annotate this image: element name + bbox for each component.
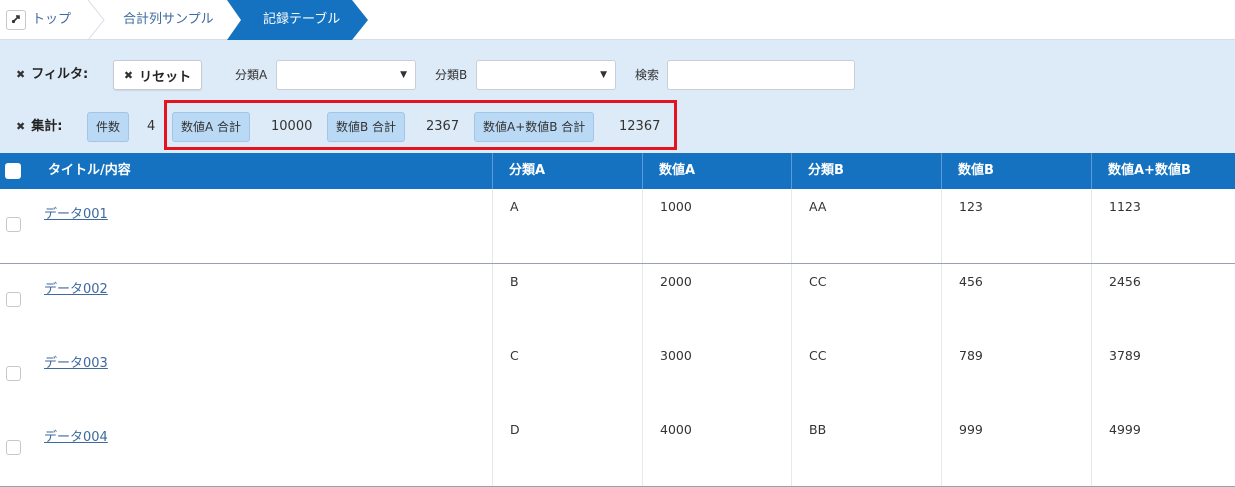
- category-b-cell: AA: [791, 189, 941, 263]
- breadcrumb-separator: [88, 0, 105, 40]
- filter-panel: ✖ フィルタ: ✖ リセット 分類A ▼ 分類B ▼ 検索 ✖ 集計: 件数 4 数値…: [0, 40, 1235, 153]
- value-a-cell: 3000: [642, 338, 791, 412]
- row-title-link[interactable]: データ002: [44, 282, 108, 297]
- table-row: データ003 C 3000 CC 789 3789: [0, 338, 1235, 413]
- category-b-cell: CC: [791, 338, 941, 412]
- value-b-cell: 999: [941, 412, 1091, 486]
- table-row: データ002 B 2000 CC 456 2456: [0, 264, 1235, 339]
- category-a-cell: B: [492, 264, 642, 338]
- row-title-link[interactable]: データ001: [44, 207, 108, 222]
- title-cell: データ002: [0, 264, 492, 338]
- search-label: 検索: [635, 68, 660, 82]
- category-a-cell: D: [492, 412, 642, 486]
- column-sum[interactable]: 数値A+数値B: [1091, 153, 1235, 189]
- category-b-label: 分類B: [435, 68, 468, 82]
- column-title[interactable]: タイトル/内容: [32, 153, 492, 189]
- value-b-cell: 456: [941, 264, 1091, 338]
- caret-down-icon: ▼: [400, 70, 407, 80]
- value-b-cell: 123: [941, 189, 1091, 263]
- breadcrumb-home[interactable]: トップ: [0, 0, 96, 40]
- value-b-cell: 789: [941, 338, 1091, 412]
- column-value-a[interactable]: 数値A: [642, 153, 791, 189]
- filter-toggle[interactable]: ✖ フィルタ:: [16, 60, 88, 90]
- breadcrumb-sample[interactable]: 合計列サンプル: [123, 0, 214, 40]
- close-icon: ✖: [16, 120, 26, 133]
- highlight-box: [164, 100, 677, 150]
- reset-button-label: リセット: [139, 69, 192, 85]
- sum-cell: 2456: [1091, 264, 1235, 338]
- count-tag: 件数: [87, 112, 130, 142]
- category-a-label: 分類A: [235, 68, 268, 82]
- sum-cell: 3789: [1091, 338, 1235, 412]
- breadcrumb-current: 記録テーブル: [263, 12, 341, 27]
- category-b-cell: BB: [791, 412, 941, 486]
- breadcrumb-home-label: トップ: [32, 12, 72, 27]
- title-cell: データ003: [0, 338, 492, 412]
- category-a-select[interactable]: ▼: [276, 60, 416, 90]
- count-value: 4: [147, 119, 156, 134]
- aggregate-label: 集計:: [31, 119, 63, 134]
- value-a-cell: 2000: [642, 264, 791, 338]
- value-a-cell: 1000: [642, 189, 791, 263]
- title-cell: データ004: [0, 412, 492, 486]
- table-row: データ001 A 1000 AA 123 1123: [0, 189, 1235, 264]
- filter-label: フィルタ:: [31, 67, 89, 82]
- category-b-select[interactable]: ▼: [476, 60, 616, 90]
- column-category-b[interactable]: 分類B: [791, 153, 941, 189]
- select-all-checkbox[interactable]: [5, 163, 21, 179]
- column-value-b[interactable]: 数値B: [941, 153, 1091, 189]
- sum-cell: 1123: [1091, 189, 1235, 263]
- column-category-a[interactable]: 分類A: [492, 153, 642, 189]
- breadcrumb: トップ 合計列サンプル 記録テーブル: [0, 0, 1235, 40]
- caret-down-icon: ▼: [600, 70, 607, 80]
- search-input[interactable]: [667, 60, 855, 90]
- value-a-cell: 4000: [642, 412, 791, 486]
- category-b-cell: CC: [791, 264, 941, 338]
- sum-cell: 4999: [1091, 412, 1235, 486]
- title-cell: データ001: [0, 189, 492, 263]
- category-a-cell: C: [492, 338, 642, 412]
- category-a-cell: A: [492, 189, 642, 263]
- close-icon: ✖: [123, 68, 134, 82]
- row-title-link[interactable]: データ003: [44, 356, 108, 371]
- row-title-link[interactable]: データ004: [44, 430, 108, 445]
- table-row: データ004 D 4000 BB 999 4999: [0, 412, 1235, 487]
- close-icon: ✖: [16, 68, 26, 81]
- reset-button[interactable]: ✖ リセット: [113, 60, 202, 90]
- link-icon: [6, 9, 26, 30]
- aggregate-toggle[interactable]: ✖ 集計:: [16, 112, 62, 142]
- table-header: タイトル/内容 分類A 数値A 分類B 数値B 数値A+数値B: [0, 153, 1235, 189]
